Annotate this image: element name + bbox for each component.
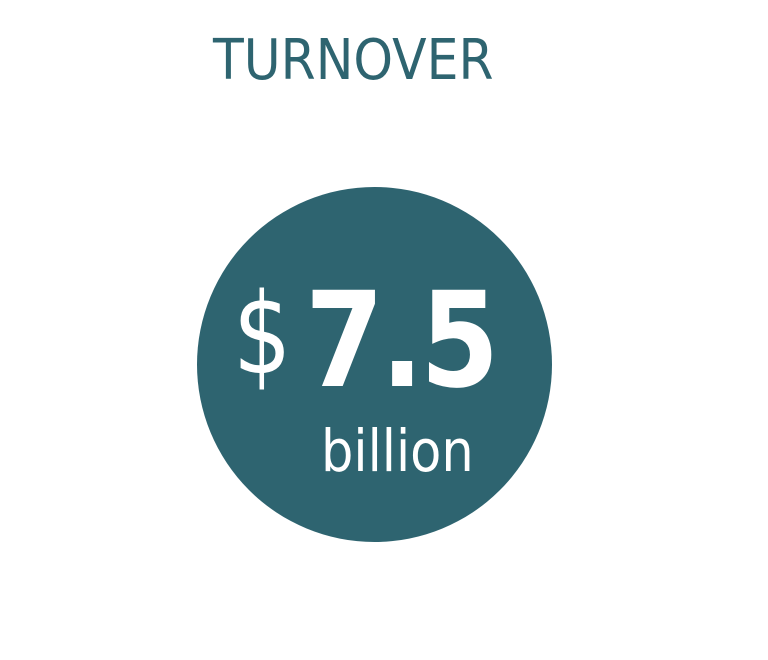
stat-value: 7.5 — [305, 264, 499, 418]
stat-unit: billion — [321, 417, 474, 485]
page-title: TURNOVER — [213, 28, 494, 93]
stat-currency-symbol: $ — [233, 270, 292, 400]
